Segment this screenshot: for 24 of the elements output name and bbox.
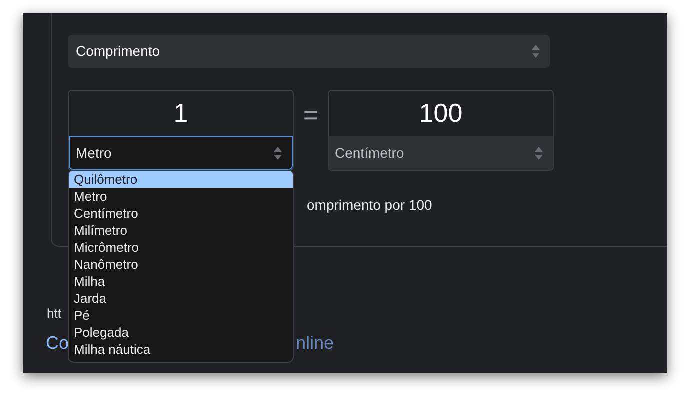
unit-select[interactable]: Metro [69,136,293,170]
result-title[interactable]: Co [46,330,70,356]
sort-arrows-icon [535,146,543,160]
number-field[interactable]: 1 [69,91,293,136]
dropdown-option[interactable]: Milha [69,273,293,290]
dropdown-option[interactable]: Centímetro [69,205,293,222]
category-select[interactable]: Comprimento [68,35,550,68]
dropdown-option[interactable]: Polegada [69,324,293,341]
result-url: htt [47,305,62,323]
formula-text: omprimento por 100 [307,196,434,215]
equals-sign: = [302,99,320,132]
dropdown-option[interactable]: Quilômetro [69,171,293,188]
dropdown-option[interactable]: Pé [69,307,293,324]
dropdown-option[interactable]: Jarda [69,290,293,307]
dropdown-option[interactable]: Milha náutica [69,341,293,358]
number-field[interactable]: 100 [329,91,553,136]
dropdown-option[interactable]: Milímetro [69,222,293,239]
sort-arrows-icon [532,45,540,58]
dropdown-option[interactable]: Micrômetro [69,239,293,256]
dropdown-option[interactable]: Nanômetro [69,256,293,273]
sort-arrows-icon [274,146,282,160]
result-title[interactable]: nline [296,330,334,356]
unit-select[interactable]: Centímetro [329,136,553,170]
dropdown-option[interactable]: Metro [69,188,293,205]
